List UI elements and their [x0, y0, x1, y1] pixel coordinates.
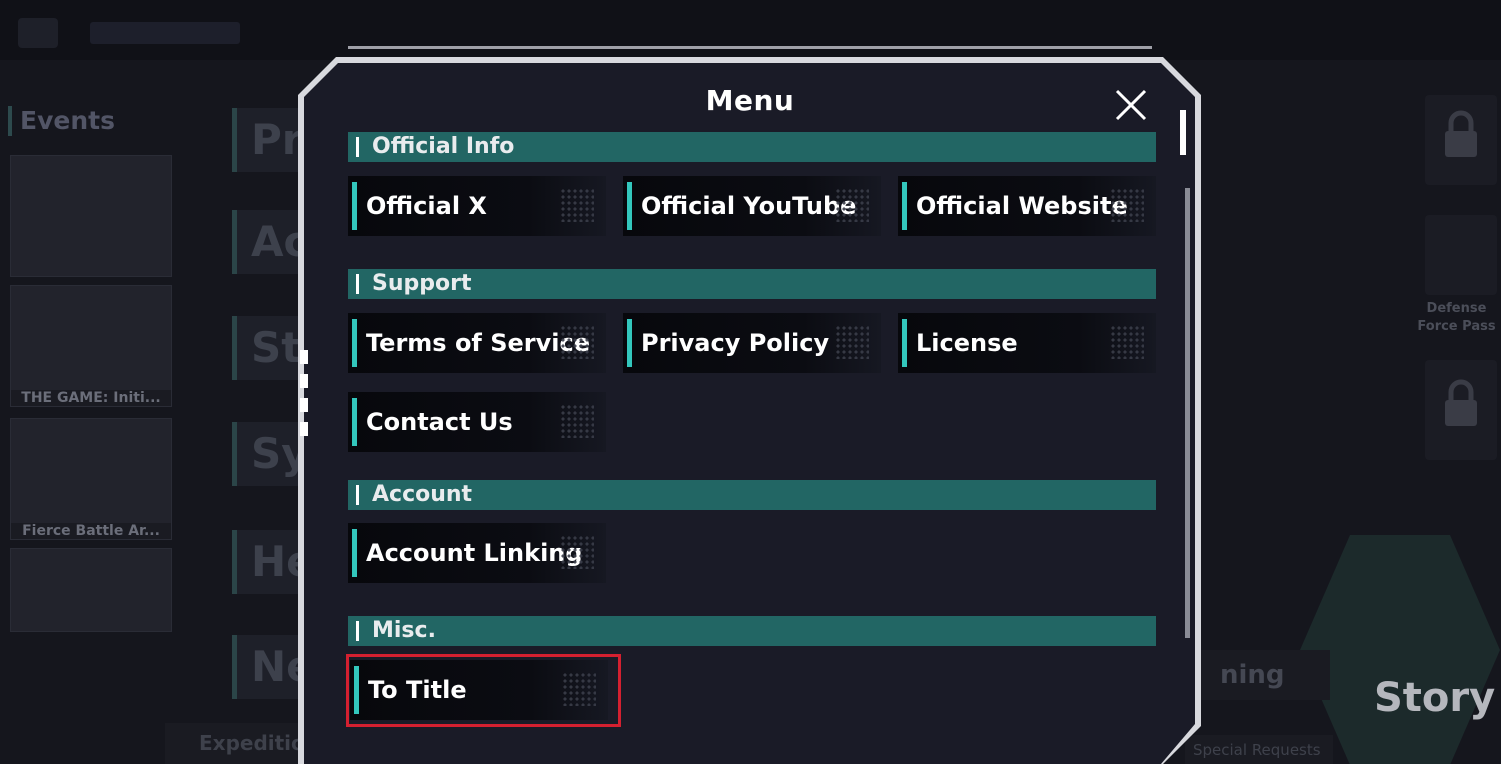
- background-training-button: ning: [1190, 650, 1330, 700]
- lock-icon: [1445, 379, 1477, 426]
- close-icon: [1115, 89, 1147, 121]
- terms-of-service-button[interactable]: Terms of Service: [348, 313, 606, 373]
- modal-left-ticks: [300, 350, 308, 480]
- account-linking-button[interactable]: Account Linking: [348, 523, 606, 583]
- background-story-label: Story: [1374, 675, 1496, 721]
- modal-accent-bar: [1180, 110, 1186, 155]
- license-button[interactable]: License: [898, 313, 1156, 373]
- section-official-info: Official Info: [348, 132, 1156, 162]
- background-event-caption: THE GAME: Initi...: [11, 390, 171, 406]
- background-avatar: [18, 18, 58, 48]
- section-support: Support: [348, 269, 1156, 299]
- background-event-card: Fierce Battle Ar...: [10, 418, 172, 540]
- background-pass-slot: [1425, 215, 1497, 295]
- scrollbar-thumb[interactable]: [1185, 188, 1190, 638]
- background-top-bar: [0, 0, 1501, 60]
- button-label: Privacy Policy: [641, 329, 830, 357]
- button-label: License: [916, 329, 1018, 357]
- privacy-policy-button[interactable]: Privacy Policy: [623, 313, 881, 373]
- background-locked-slot: [1425, 95, 1497, 185]
- menu-title: Menu: [705, 84, 795, 117]
- background-event-card: [10, 548, 172, 632]
- lock-icon: [1445, 110, 1477, 157]
- official-x-button[interactable]: Official X: [348, 176, 606, 236]
- background-story-hex: [1300, 535, 1500, 764]
- official-website-button[interactable]: Official Website: [898, 176, 1156, 236]
- background-events-label: Events: [8, 106, 180, 136]
- button-label: Account Linking: [366, 539, 583, 567]
- button-label: Terms of Service: [366, 329, 591, 357]
- background-event-caption: Fierce Battle Ar...: [11, 523, 171, 539]
- background-event-card: [10, 155, 172, 277]
- contact-us-button[interactable]: Contact Us: [348, 392, 606, 452]
- modal-top-line: [348, 46, 1152, 49]
- button-label: Contact Us: [366, 408, 513, 436]
- button-label: Official X: [366, 192, 487, 220]
- background-event-card: THE GAME: Initi...: [10, 285, 172, 407]
- to-title-button[interactable]: To Title: [350, 660, 608, 720]
- button-label: Official Website: [916, 192, 1128, 220]
- close-button[interactable]: [1110, 84, 1152, 126]
- button-label: Official YouTube: [641, 192, 857, 220]
- background-special-requests: Special Requests: [1185, 735, 1333, 764]
- section-misc: Misc.: [348, 616, 1156, 646]
- background-pass-caption: Defense Force Pass: [1417, 301, 1496, 334]
- section-account: Account: [348, 480, 1156, 510]
- background-messages-slot: [1425, 360, 1497, 460]
- background-player-name: [90, 22, 240, 44]
- button-label: To Title: [368, 676, 467, 704]
- official-youtube-button[interactable]: Official YouTube: [623, 176, 881, 236]
